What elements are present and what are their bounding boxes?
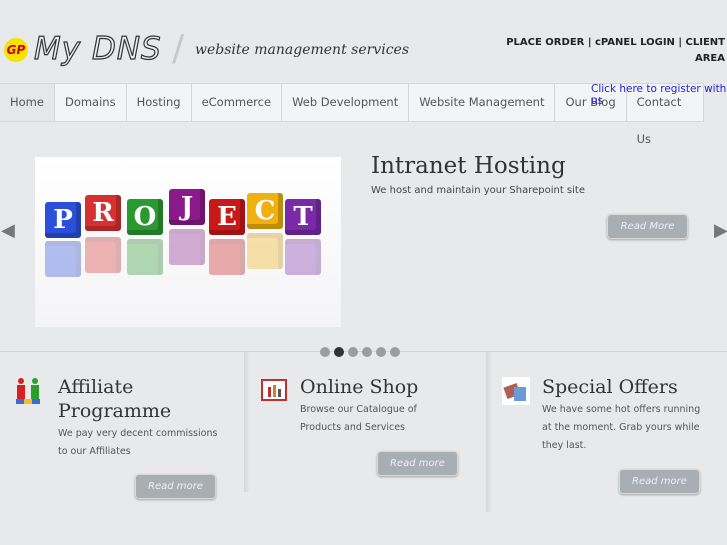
logo-divider: / — [172, 28, 185, 69]
place-order-link[interactable]: PLACE ORDER — [506, 37, 584, 48]
slider-dot[interactable] — [390, 347, 400, 357]
tagline: website management services — [195, 42, 409, 58]
tab-web-development[interactable]: Web Development — [282, 84, 410, 121]
slider-dot-active[interactable] — [334, 347, 344, 357]
cube-letter: J — [169, 189, 205, 225]
column-title: Special Offers — [542, 376, 678, 398]
slide-read-more-button[interactable]: Read More — [607, 214, 688, 239]
cube-reflection — [85, 237, 121, 273]
logo-text[interactable]: My DNS — [33, 30, 162, 67]
slider-prev-arrow[interactable]: ◀ — [1, 220, 15, 241]
cube-reflection — [127, 239, 163, 275]
handshake-people-icon — [14, 377, 42, 405]
slider-dot[interactable] — [348, 347, 358, 357]
slider-pagination — [320, 347, 400, 357]
cube-letter: P — [45, 202, 81, 238]
register-link[interactable]: Click here to register with us — [591, 83, 727, 107]
logo-mark[interactable]: GP — [4, 38, 28, 62]
cube-reflection — [285, 239, 321, 275]
slide-title: Intranet Hosting — [371, 153, 566, 179]
cube-reflection — [247, 233, 283, 269]
top-links: PLACE ORDER | cPANEL LOGIN | CLIENT AREA — [506, 37, 725, 64]
column-description: We pay very decent commissions to our Af… — [58, 428, 218, 457]
cpanel-login-link[interactable]: cPANEL LOGIN — [595, 37, 675, 48]
cube-letter: T — [285, 199, 321, 235]
cube-letter: E — [209, 199, 245, 235]
column-title: Affiliate Programme — [58, 376, 172, 422]
column-separator — [244, 352, 250, 492]
offer-cards-icon — [502, 377, 530, 405]
slider-dot[interactable] — [320, 347, 330, 357]
column-description: Browse our Catalogue of Products and Ser… — [300, 404, 417, 433]
column-separator — [486, 352, 492, 512]
cube-letter: O — [127, 199, 163, 235]
affiliate-read-more-button[interactable]: Read more — [135, 474, 216, 499]
project-cubes-image: P R O J E C T — [35, 157, 341, 327]
tab-ecommerce[interactable]: eCommerce — [192, 84, 283, 121]
cube-reflection — [169, 229, 205, 265]
cube-reflection — [45, 241, 81, 277]
online-shop-read-more-button[interactable]: Read more — [377, 451, 458, 476]
slider-next-arrow[interactable]: ▶ — [714, 220, 727, 241]
shop-display-icon — [260, 377, 288, 405]
tab-website-management[interactable]: Website Management — [409, 84, 556, 121]
slider-dot[interactable] — [362, 347, 372, 357]
cube-reflection — [209, 239, 245, 275]
slide-description: We host and maintain your Sharepoint sit… — [371, 185, 585, 196]
tab-domains[interactable]: Domains — [55, 84, 127, 121]
column-title: Online Shop — [300, 376, 419, 398]
tab-hosting[interactable]: Hosting — [127, 84, 192, 121]
client-area-link[interactable]: CLIENT AREA — [686, 37, 725, 64]
cube-letter: C — [247, 193, 283, 229]
slider-dot[interactable] — [376, 347, 386, 357]
column-description: We have some hot offers running at the m… — [542, 404, 701, 451]
cube-letter: R — [85, 195, 121, 231]
tab-home[interactable]: Home — [0, 84, 55, 121]
special-offers-read-more-button[interactable]: Read more — [619, 469, 700, 494]
